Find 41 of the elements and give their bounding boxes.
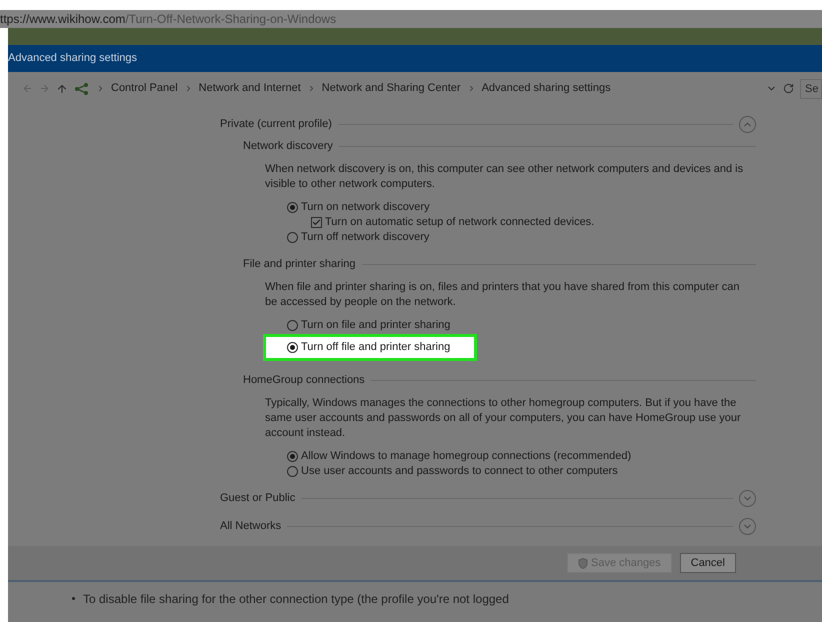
expand-toggle[interactable] (739, 116, 756, 132)
refresh-icon[interactable] (783, 83, 794, 94)
separator-icon (96, 84, 105, 93)
shield-icon (578, 558, 588, 568)
profile-heading[interactable]: All Networks (220, 518, 282, 534)
search-field[interactable]: Se (800, 78, 822, 98)
option-label: Turn off file and printer sharing (301, 340, 450, 355)
option-label: Turn on automatic setup of network connected devices. (325, 215, 594, 230)
window-title: Advanced sharing settings (8, 51, 138, 66)
expand-toggle[interactable] (739, 518, 756, 534)
section-description: When file and printer sharing is on, files and printers that you have shared from this computer can be accessed by people on the network. (265, 280, 740, 310)
breadcrumb-item[interactable]: Network and Internet (198, 80, 301, 97)
option-label: Turn off network discovery (301, 230, 430, 245)
url-text[interactable]: ttps://www.wikihow.com/Turn-Off-Network-Sharing-on-Windows (0, 10, 336, 28)
breadcrumb-item[interactable]: Advanced sharing settings (482, 80, 611, 97)
radio-button[interactable] (287, 342, 298, 353)
option-label: Turn on file and printer sharing (301, 318, 450, 333)
expand-toggle[interactable] (739, 490, 756, 506)
section-heading: Network discovery (243, 138, 333, 154)
section-description: Typically, Windows manages the connections to other homegroup computers. But if you have the same user accounts and passwords on all of your computers, you can have HomeGroup use your account instead. (265, 396, 742, 441)
checkbox[interactable] (311, 217, 322, 228)
section-heading: HomeGroup connections (243, 372, 365, 388)
option-label: Use user accounts and passwords to connect to other computers (301, 464, 618, 479)
article-text: To disable file sharing for the other connection type (the profile you're not logged (83, 591, 509, 608)
radio-button[interactable] (287, 232, 298, 243)
profile-heading[interactable]: Guest or Public (220, 490, 296, 506)
breadcrumb-item[interactable]: Network and Sharing Center (322, 80, 461, 97)
radio-button[interactable] (287, 466, 298, 477)
network-icon (74, 82, 90, 94)
option-label: Allow Windows to manage homegroup connections (recommended) (301, 449, 632, 464)
dialog-button[interactable]: Cancel (680, 553, 736, 573)
radio-button[interactable] (287, 320, 298, 331)
option-label: Turn on network discovery (301, 200, 430, 215)
radio-button[interactable] (287, 202, 298, 213)
up-icon[interactable] (56, 82, 68, 94)
profile-heading[interactable]: Private (current profile) (220, 116, 332, 132)
breadcrumb-item[interactable]: Control Panel (111, 80, 178, 97)
section-heading: File and printer sharing (243, 256, 356, 272)
bullet-icon (72, 597, 75, 600)
section-description: When network discovery is on, this computer can see other network computers and devices and is visible to other network computers. (265, 162, 744, 192)
radio-button[interactable] (287, 451, 298, 462)
